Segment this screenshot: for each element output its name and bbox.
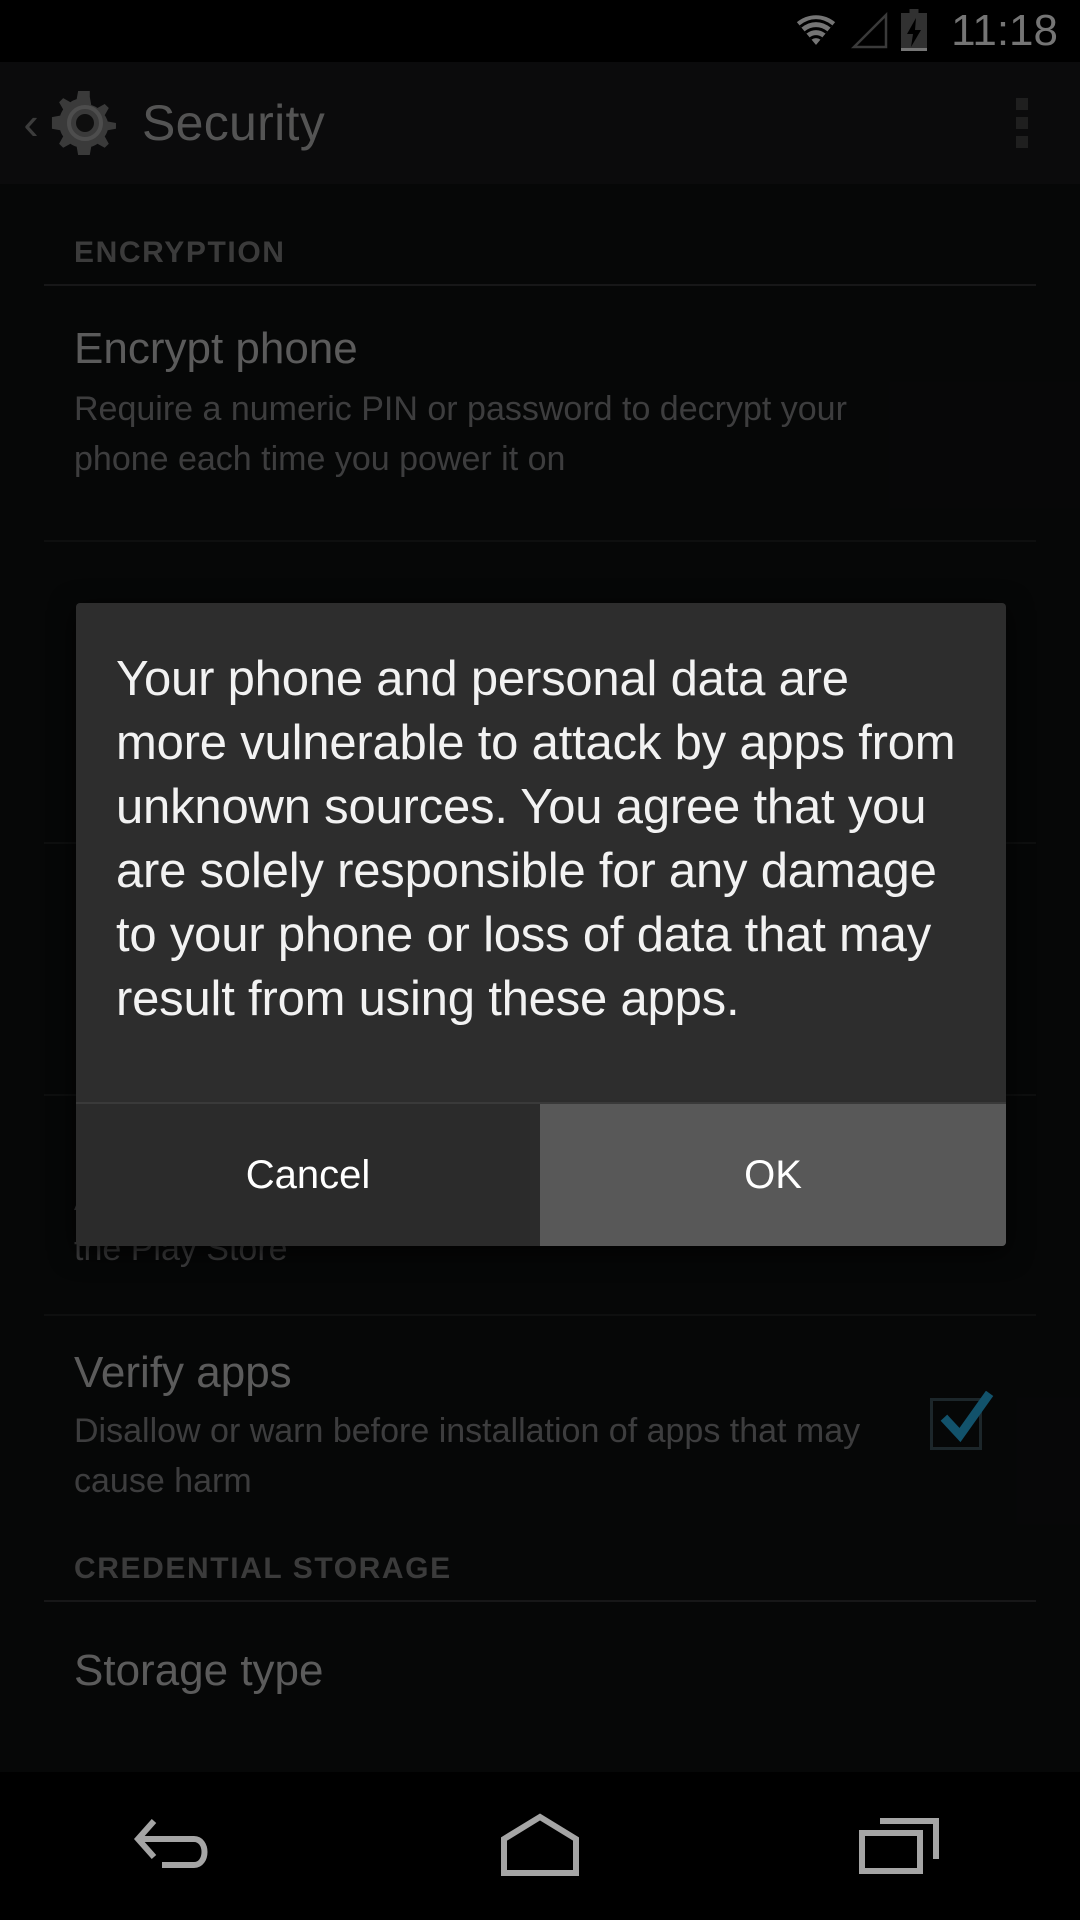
- android-security-settings-screen: 11:18 ‹ Security ENCRYPTION Encrypt phon…: [0, 0, 1080, 1920]
- ok-button[interactable]: OK: [540, 1104, 1006, 1246]
- dialog-button-bar: Cancel OK: [76, 1102, 1006, 1246]
- back-icon: [133, 1819, 208, 1868]
- nav-recents-button[interactable]: [800, 1772, 1000, 1920]
- dialog-message: Your phone and personal data are more vu…: [116, 652, 956, 1026]
- navigation-bar: [0, 1772, 1080, 1920]
- dialog-body: Your phone and personal data are more vu…: [76, 603, 1006, 1031]
- nav-home-button[interactable]: [440, 1772, 640, 1920]
- nav-back-button[interactable]: [80, 1772, 280, 1920]
- recents-icon: [859, 1818, 939, 1874]
- home-icon: [501, 1813, 579, 1876]
- unknown-sources-warning-dialog: Your phone and personal data are more vu…: [76, 603, 1006, 1246]
- cancel-button[interactable]: Cancel: [76, 1104, 540, 1246]
